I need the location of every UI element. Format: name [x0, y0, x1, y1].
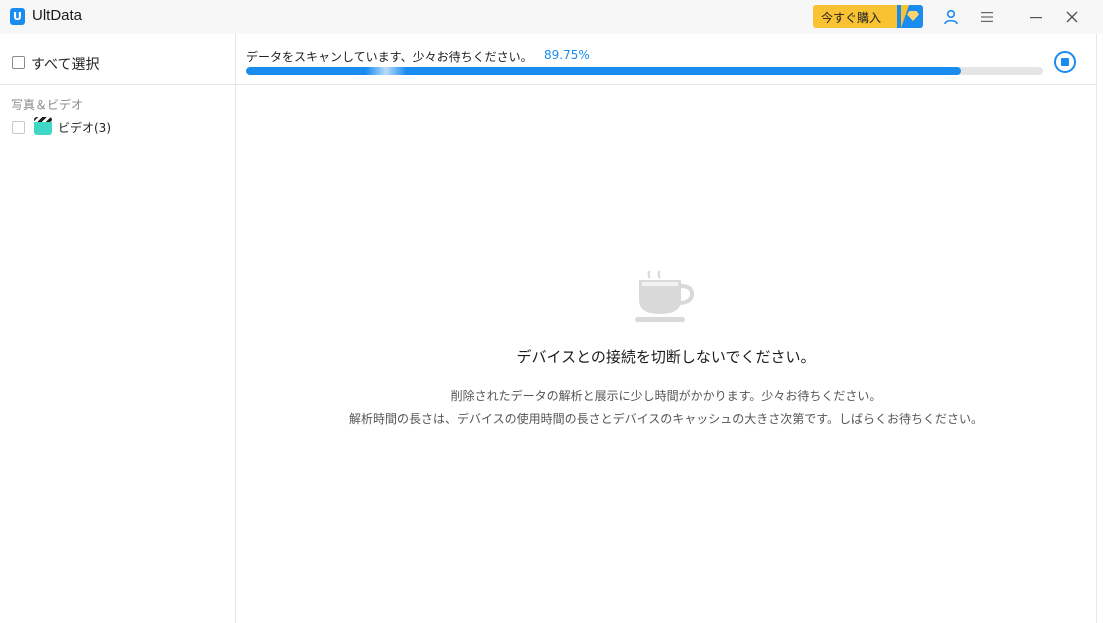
scan-progress-area: データをスキャンしています、少々お待ちください。 89.75%	[236, 34, 1096, 85]
stop-scan-button[interactable]	[1054, 51, 1076, 73]
scan-status-text: データをスキャンしています、少々お待ちください。	[246, 50, 533, 64]
title-bar: UltData 今すぐ購入	[0, 0, 1103, 34]
sidebar-item-label: ビデオ(3)	[58, 121, 111, 135]
progress-bar	[246, 67, 1043, 75]
right-border	[1096, 34, 1097, 623]
video-checkbox[interactable]	[12, 121, 25, 134]
select-all-row[interactable]: すべて選択	[0, 34, 235, 85]
account-icon[interactable]	[940, 6, 962, 28]
select-all-checkbox[interactable]	[12, 56, 25, 69]
select-all-label: すべて選択	[31, 57, 100, 73]
category-title-photos-videos: 写真＆ビデオ	[11, 98, 84, 112]
close-icon[interactable]	[1061, 6, 1083, 28]
main-panel: データをスキャンしています、少々お待ちください。 89.75% デバイスとの接続…	[236, 34, 1096, 623]
coffee-cup-icon	[635, 270, 695, 322]
buy-now-button[interactable]: 今すぐ購入	[813, 5, 923, 28]
progress-fill	[246, 67, 962, 75]
diamond-icon	[907, 11, 919, 21]
info-line-2: 解析時間の長さは、デバイスの使用時間の長さとデバイスのキャッシュの大きさ次第です…	[348, 412, 984, 426]
app-title: UltData	[32, 7, 83, 24]
buy-now-label: 今すぐ購入	[821, 11, 882, 25]
app-logo-icon	[10, 8, 25, 25]
info-line-1: 削除されたデータの解析と展示に少し時間がかかります。少々お待ちください。	[450, 389, 882, 403]
menu-icon[interactable]	[976, 6, 998, 28]
scan-percent: 89.75%	[544, 48, 590, 62]
buy-badge	[897, 5, 923, 28]
minimize-icon[interactable]	[1025, 6, 1047, 28]
video-clapper-icon	[34, 117, 52, 135]
sidebar: すべて選択 写真＆ビデオ ビデオ(3)	[0, 34, 236, 623]
warning-headline: デバイスとの接続を切断しないでください。	[516, 348, 816, 366]
sidebar-item-video[interactable]: ビデオ(3)	[0, 116, 235, 138]
